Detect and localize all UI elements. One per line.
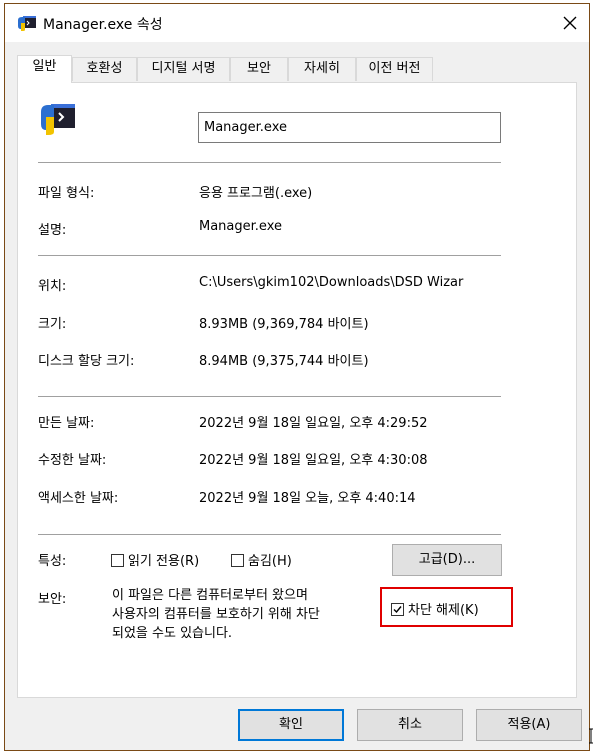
apply-button[interactable]: 적용(A) [476, 709, 582, 741]
checkbox-box[interactable] [111, 554, 124, 567]
readonly-checkbox[interactable]: 읽기 전용(R) [111, 550, 199, 569]
unblock-checkbox[interactable]: 차단 해제(K) [391, 599, 479, 618]
size-value: 8.93MB (9,369,784 바이트) [199, 317, 369, 332]
hidden-checkbox[interactable]: 숨김(H) [231, 550, 292, 569]
properties-window: Manager.exe 속성 일반 호환성 디지털 서명 보안 자세히 이전 버… [4, 3, 590, 751]
separator [38, 396, 501, 397]
file-type-value: 응용 프로그램(.exe) [199, 186, 313, 201]
size-label: 크기: [38, 317, 67, 332]
created-label: 만든 날짜: [38, 416, 95, 431]
location-label: 위치: [38, 279, 67, 294]
created-value: 2022년 9월 18일 일요일, 오후 4:29:52 [199, 416, 428, 431]
separator [38, 162, 501, 163]
security-label: 보안: [38, 592, 67, 607]
tab-general[interactable]: 일반 [17, 55, 72, 83]
accessed-value: 2022년 9월 18일 오늘, 오후 4:40:14 [199, 491, 416, 506]
security-message-line: 이 파일은 다른 컴퓨터로부터 왔으며 [112, 588, 308, 603]
close-icon[interactable] [559, 12, 581, 34]
title-bar[interactable]: Manager.exe 속성 [5, 4, 589, 42]
general-panel: 파일 형식: 응용 프로그램(.exe) 설명: Manager.exe 위치:… [17, 82, 577, 698]
tab-details[interactable]: 자세히 [288, 57, 356, 81]
unblock-label: 차단 해제(K) [408, 603, 479, 618]
advanced-button[interactable]: 고급(D)... [392, 544, 502, 576]
exe-file-icon [41, 104, 75, 135]
file-name-field[interactable] [198, 112, 501, 143]
tab-security[interactable]: 보안 [230, 57, 288, 81]
text-cursor-icon [589, 728, 593, 744]
checkmark-icon [393, 606, 402, 614]
checkbox-box[interactable] [391, 603, 404, 616]
size-on-disk-value: 8.94MB (9,375,744 바이트) [199, 354, 369, 369]
size-on-disk-label: 디스크 할당 크기: [38, 354, 135, 369]
description-value: Manager.exe [199, 219, 282, 234]
separator [38, 255, 501, 256]
hidden-label: 숨김(H) [248, 554, 292, 569]
exe-file-icon [18, 16, 36, 31]
tab-digital-signatures[interactable]: 디지털 서명 [137, 57, 230, 81]
separator [38, 534, 501, 535]
file-type-label: 파일 형식: [38, 186, 95, 201]
readonly-label: 읽기 전용(R) [128, 554, 200, 569]
security-message-line: 되었을 수도 있습니다. [112, 626, 233, 641]
security-message: 이 파일은 다른 컴퓨터로부터 왔으며 사용자의 컴퓨터를 보호하기 위해 차단… [112, 586, 374, 643]
cancel-button[interactable]: 취소 [357, 709, 463, 741]
checkbox-box[interactable] [231, 554, 244, 567]
modified-value: 2022년 9월 18일 일요일, 오후 4:30:08 [199, 453, 428, 468]
window-title: Manager.exe 속성 [43, 17, 163, 33]
description-label: 설명: [38, 223, 67, 238]
tab-previous-versions[interactable]: 이전 버전 [356, 57, 433, 81]
attributes-label: 특성: [38, 554, 67, 569]
location-value: C:\Users\gkim102\Downloads\DSD Wizar [199, 275, 464, 290]
tab-compatibility[interactable]: 호환성 [72, 57, 137, 81]
accessed-label: 액세스한 날짜: [38, 491, 119, 506]
unblock-highlight: 차단 해제(K) [380, 587, 513, 627]
modified-label: 수정한 날짜: [38, 453, 107, 468]
security-message-line: 사용자의 컴퓨터를 보호하기 위해 차단 [112, 607, 320, 622]
ok-button[interactable]: 확인 [238, 709, 344, 741]
